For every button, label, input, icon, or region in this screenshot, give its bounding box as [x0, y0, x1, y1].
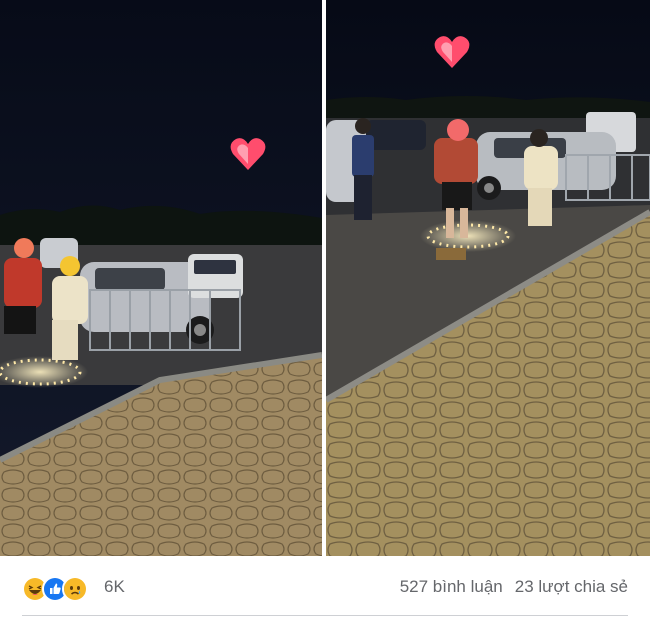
reaction-icons[interactable]	[22, 576, 88, 602]
post-photo-grid[interactable]	[0, 0, 650, 556]
sad-icon[interactable]	[62, 576, 88, 602]
photo-right-scene	[326, 0, 650, 556]
share-count-link[interactable]: 23 lượt chia sẻ	[515, 577, 628, 597]
post-photo-left[interactable]	[0, 0, 322, 556]
divider	[22, 615, 628, 616]
photo-left-scene	[0, 0, 322, 556]
facebook-post: 6K 527 bình luận 23 lượt chia sẻ	[0, 0, 650, 618]
comment-count-link[interactable]: 527 bình luận	[400, 577, 503, 597]
post-stats: 527 bình luận 23 lượt chia sẻ	[400, 577, 628, 597]
post-footer: 6K 527 bình luận 23 lượt chia sẻ	[0, 556, 650, 618]
reaction-count[interactable]: 6K	[104, 577, 125, 597]
post-photo-right[interactable]	[326, 0, 650, 556]
